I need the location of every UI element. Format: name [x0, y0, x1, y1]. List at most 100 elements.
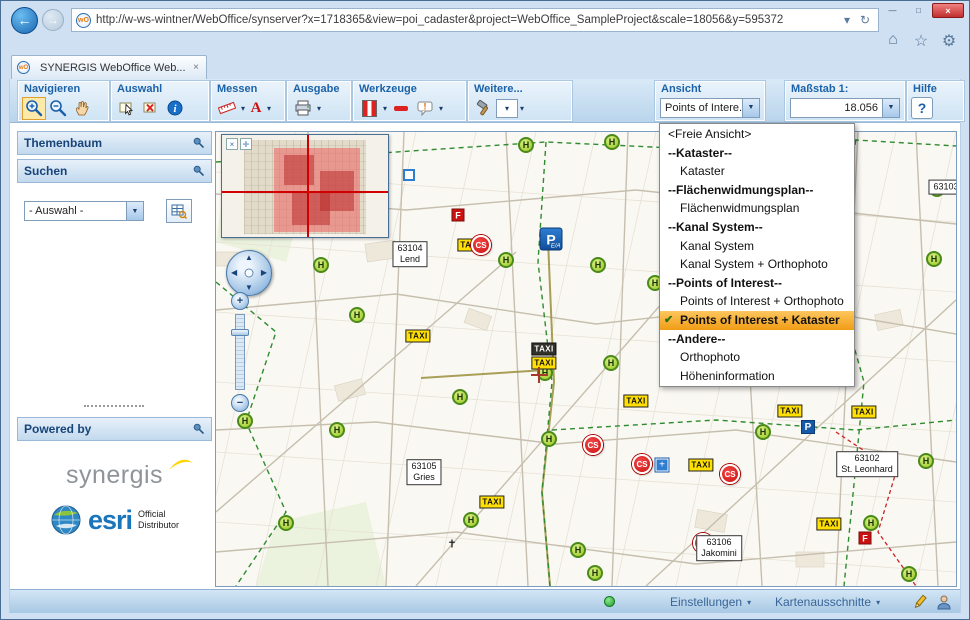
map-marker-h[interactable]: H: [329, 422, 345, 438]
map-marker-pbig[interactable]: PE/A: [540, 228, 563, 251]
map-marker-h[interactable]: H: [452, 389, 468, 405]
zoom-slider-handle[interactable]: [231, 329, 249, 336]
edit-pencil-icon[interactable]: [912, 594, 928, 615]
map-marker-cs[interactable]: CS: [471, 235, 491, 255]
zoom-out-tool[interactable]: [46, 97, 70, 120]
map-marker-h[interactable]: H: [755, 424, 771, 440]
help-button[interactable]: ?: [911, 97, 933, 119]
map-marker-h[interactable]: H: [518, 137, 534, 153]
favorites-star-icon[interactable]: ☆: [911, 31, 931, 51]
tab-close-icon[interactable]: ×: [191, 62, 201, 73]
overview-move-icon[interactable]: ✛: [240, 138, 252, 150]
view-menu-item[interactable]: ✔Points of Interest + Kataster: [660, 311, 854, 330]
maptip-dropdown-icon[interactable]: ▾: [437, 104, 445, 113]
search-form-button[interactable]: [166, 199, 192, 223]
map-marker-taxi[interactable]: TAXI: [851, 406, 876, 419]
minimize-button[interactable]: —: [880, 3, 905, 18]
map-marker-h[interactable]: H: [590, 257, 606, 273]
map-marker-cs[interactable]: CS: [720, 464, 740, 484]
maximize-button[interactable]: □: [906, 3, 931, 18]
map-marker-h[interactable]: H: [926, 251, 942, 267]
map-marker-h[interactable]: H: [498, 252, 514, 268]
map-marker-h[interactable]: H: [570, 542, 586, 558]
map-marker-sq[interactable]: [403, 169, 415, 181]
address-bar[interactable]: wO http://w-ws-wintner/WebOffice/synserv…: [71, 8, 879, 32]
map-marker-h[interactable]: H: [349, 307, 365, 323]
clear-selection-tool[interactable]: [139, 97, 163, 120]
overview-map[interactable]: × ✛: [221, 134, 389, 238]
search-select-arrow-icon[interactable]: ▼: [126, 202, 143, 220]
scale-dropdown-icon[interactable]: ▼: [882, 99, 899, 117]
refresh-icon[interactable]: ↻: [856, 13, 874, 27]
map-marker-h[interactable]: H: [463, 512, 479, 528]
autocomplete-dropdown-icon[interactable]: ▾: [838, 13, 856, 27]
map-marker-taxi[interactable]: TAXI: [816, 518, 841, 531]
map-marker-h[interactable]: H: [237, 413, 253, 429]
map-marker-cs[interactable]: CS: [583, 435, 603, 455]
map-marker-taxi[interactable]: TAXI: [405, 330, 430, 343]
map-marker-taxi[interactable]: TAXI: [623, 395, 648, 408]
close-button[interactable]: ×: [932, 3, 964, 18]
print-dropdown-icon[interactable]: ▾: [315, 104, 323, 113]
flag-tool[interactable]: [357, 97, 381, 120]
redlining-tool[interactable]: [389, 97, 413, 120]
home-icon[interactable]: ⌂: [883, 31, 903, 51]
maptip-tool[interactable]: !: [413, 97, 437, 120]
view-menu-item[interactable]: Kanal System: [660, 237, 854, 256]
map-marker-h[interactable]: H: [604, 134, 620, 150]
kartenausschnitte-menu[interactable]: Kartenausschnitte ▾: [775, 590, 880, 614]
map-marker-plus[interactable]: +: [656, 459, 669, 472]
map-marker-h[interactable]: H: [278, 515, 294, 531]
map-pan-pad[interactable]: ▲ ▼ ◀ ▶: [226, 250, 272, 296]
panel-resize-handle[interactable]: [84, 405, 144, 407]
weitere-dropdown-box[interactable]: ▾: [496, 99, 518, 118]
map-marker-taxi[interactable]: TAXI: [777, 405, 802, 418]
view-select[interactable]: Points of Intere... ▼: [660, 98, 760, 118]
print-tool[interactable]: [291, 97, 315, 120]
zoom-slider[interactable]: [235, 314, 245, 390]
view-menu-item[interactable]: Kataster: [660, 162, 854, 181]
zoom-in-button[interactable]: +: [231, 292, 249, 310]
pan-center-button[interactable]: [245, 269, 254, 278]
user-icon[interactable]: [936, 594, 952, 615]
view-menu-item[interactable]: Kanal System + Orthophoto: [660, 255, 854, 274]
map-marker-h[interactable]: H: [541, 431, 557, 447]
map-marker-h[interactable]: H: [918, 453, 934, 469]
tools-hammer-tool[interactable]: [472, 97, 496, 120]
map-marker-taxid[interactable]: TAXI: [531, 343, 556, 356]
map-marker-h[interactable]: H: [313, 257, 329, 273]
measure-dropdown-icon[interactable]: ▾: [239, 104, 247, 113]
pan-up-icon[interactable]: ▲: [245, 254, 253, 262]
pin-icon[interactable]: [193, 165, 205, 177]
powered-by-panel-header[interactable]: Powered by: [17, 417, 212, 441]
search-select[interactable]: - Auswahl - ▼: [24, 201, 144, 221]
overview-close-icon[interactable]: ×: [226, 138, 238, 150]
map-marker-church[interactable]: ✝: [447, 538, 456, 551]
map-marker-taxi[interactable]: TAXI: [479, 496, 504, 509]
weitere-dropdown-icon[interactable]: ▾: [518, 104, 526, 113]
einstellungen-menu[interactable]: Einstellungen ▾: [670, 590, 751, 614]
measure-tool[interactable]: [215, 97, 239, 120]
zoom-out-button[interactable]: −: [231, 394, 249, 412]
pan-tool[interactable]: [70, 97, 94, 120]
pin-icon[interactable]: [193, 423, 205, 435]
identify-tool[interactable]: i: [163, 97, 187, 120]
text-measure-dropdown-icon[interactable]: ▾: [265, 104, 273, 113]
view-menu-item[interactable]: Flächenwidmungsplan: [660, 199, 854, 218]
back-button[interactable]: ←: [11, 7, 38, 34]
scale-input[interactable]: 18.056 ▼: [790, 98, 900, 118]
pan-down-icon[interactable]: ▼: [245, 284, 253, 292]
map-marker-h[interactable]: H: [863, 515, 879, 531]
map-marker-f[interactable]: F: [859, 532, 872, 545]
pan-right-icon[interactable]: ▶: [261, 269, 267, 277]
map-marker-h[interactable]: H: [587, 565, 603, 581]
view-menu-item[interactable]: Orthophoto: [660, 348, 854, 367]
suchen-panel-header[interactable]: Suchen: [17, 159, 212, 183]
forward-button[interactable]: →: [42, 9, 64, 31]
map-marker-h[interactable]: H: [603, 355, 619, 371]
map-marker-h[interactable]: H: [901, 566, 917, 582]
select-tool[interactable]: [115, 97, 139, 120]
map-marker-cs[interactable]: CS: [632, 454, 652, 474]
text-measure-tool[interactable]: A: [247, 97, 265, 120]
map-marker-p[interactable]: P: [801, 420, 815, 434]
